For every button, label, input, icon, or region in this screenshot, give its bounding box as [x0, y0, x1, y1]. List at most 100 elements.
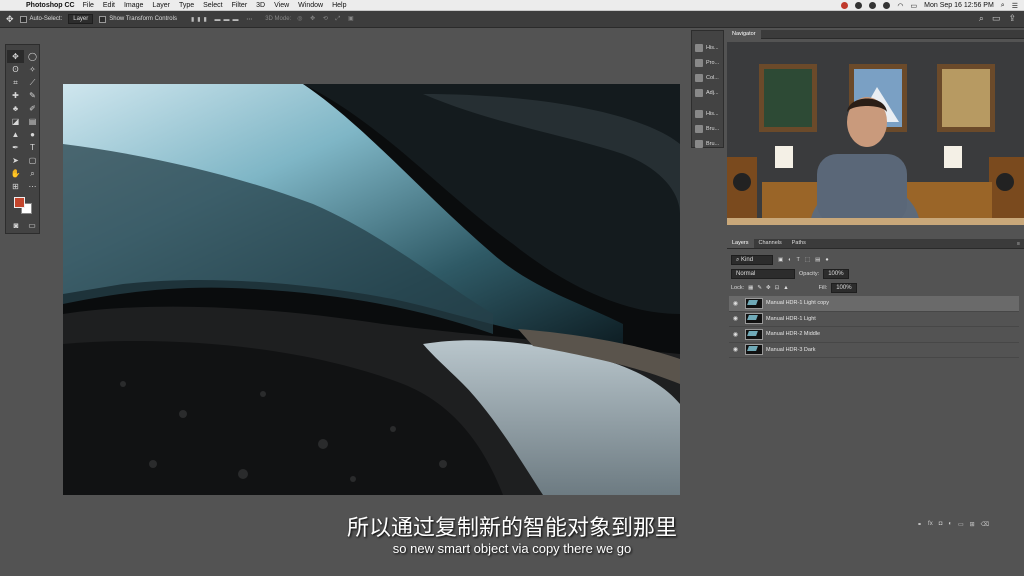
histogram-panel-button[interactable]: His...: [692, 106, 723, 121]
visibility-eye-icon[interactable]: ◉: [729, 300, 742, 307]
menu-window[interactable]: Window: [298, 2, 323, 9]
filter-smart-object-icon[interactable]: ▤: [815, 257, 820, 263]
layer-row[interactable]: ◉ Manual HDR-1 Light copy: [729, 296, 1019, 312]
app-name[interactable]: Photoshop CC: [26, 2, 75, 9]
brush-tool-icon[interactable]: ✎: [24, 89, 41, 102]
foreground-color-swatch[interactable]: [14, 197, 25, 208]
clock[interactable]: Mon Sep 16 12:56 PM: [924, 2, 994, 9]
navigator-preview[interactable]: [727, 42, 1024, 225]
shape-tool-icon[interactable]: ▢: [24, 154, 41, 167]
hand-tool-icon[interactable]: ✋: [7, 167, 24, 180]
menu-layer[interactable]: Layer: [152, 2, 170, 9]
screen-icon[interactable]: [869, 2, 877, 9]
menu-filter[interactable]: Filter: [232, 2, 248, 9]
menu-type[interactable]: Type: [179, 2, 194, 9]
eraser-tool-icon[interactable]: ◪: [7, 115, 24, 128]
auto-select-dropdown[interactable]: Layer: [68, 14, 94, 24]
record-icon[interactable]: [841, 2, 849, 9]
search-icon[interactable]: ⌕: [1001, 2, 1005, 10]
layer-row[interactable]: ◉ Manual HDR-3 Dark: [729, 343, 1019, 358]
zoom-tool-icon[interactable]: ⌕: [24, 167, 41, 180]
history-panel-button[interactable]: His...: [692, 40, 723, 55]
adjustments-panel-button[interactable]: Adj...: [692, 85, 723, 100]
filter-adjustment-icon[interactable]: ◐: [788, 257, 791, 263]
healing-brush-icon[interactable]: ✚: [7, 89, 24, 102]
properties-panel-button[interactable]: Pro...: [692, 55, 723, 70]
volume-icon[interactable]: [883, 2, 891, 9]
share-icon[interactable]: ⇪: [1008, 13, 1016, 24]
menu-select[interactable]: Select: [203, 2, 222, 9]
auto-select-label: Auto-Select:: [29, 16, 63, 22]
history-brush-icon[interactable]: ✐: [24, 102, 41, 115]
lock-all-icon[interactable]: ▲: [783, 285, 788, 291]
screen-mode-icon[interactable]: ▭: [25, 219, 39, 232]
tab-layers[interactable]: Layers: [727, 239, 754, 248]
menu-view[interactable]: View: [274, 2, 289, 9]
tab-paths[interactable]: Paths: [787, 239, 811, 248]
menu-edit[interactable]: Edit: [103, 2, 115, 9]
auto-select-checkbox[interactable]: [19, 15, 27, 23]
menu-help[interactable]: Help: [332, 2, 346, 9]
move-tool-icon[interactable]: ✥: [7, 50, 24, 63]
menu-file[interactable]: File: [83, 2, 94, 9]
color-panel-button[interactable]: Col...: [692, 70, 723, 85]
battery-icon[interactable]: ▭: [911, 2, 918, 10]
opacity-field[interactable]: 100%: [823, 269, 849, 279]
lasso-tool-icon[interactable]: ʘ: [7, 63, 24, 76]
panel-menu-icon[interactable]: ≡: [1017, 241, 1020, 247]
more-tools-icon[interactable]: ⋯: [24, 180, 41, 193]
layer-row[interactable]: ◉ Manual HDR-2 Middle: [729, 327, 1019, 343]
filter-shape-icon[interactable]: ⬚: [805, 257, 810, 263]
cloud-icon[interactable]: [855, 2, 863, 9]
blend-row: Normal Opacity: 100%: [731, 269, 1019, 279]
gradient-tool-icon[interactable]: ▤: [24, 115, 41, 128]
layer-thumbnail: [745, 313, 763, 325]
dodge-tool-icon[interactable]: ●: [24, 128, 41, 141]
filter-type-icon[interactable]: T: [797, 257, 800, 263]
filter-pixel-icon[interactable]: ▣: [778, 257, 783, 263]
blend-mode-dropdown[interactable]: Normal: [731, 269, 795, 279]
blur-tool-icon[interactable]: ▲: [7, 128, 24, 141]
tab-channels[interactable]: Channels: [754, 239, 787, 248]
quick-mask-icon[interactable]: ◙: [9, 219, 23, 232]
lock-pixels-icon[interactable]: ✎: [757, 285, 762, 291]
mode-3d-label: 3D Mode:: [265, 16, 292, 22]
pen-tool-icon[interactable]: ✒: [7, 141, 24, 154]
brushes-panel-button[interactable]: Bru...: [692, 121, 723, 136]
visibility-eye-icon[interactable]: ◉: [729, 346, 742, 353]
move-tool-icon[interactable]: ✥: [6, 14, 14, 25]
menu-image[interactable]: Image: [124, 2, 143, 9]
magic-wand-icon[interactable]: ✧: [24, 63, 41, 76]
workspace-icon[interactable]: ▭: [992, 13, 1001, 24]
3d-tools-icons[interactable]: ◎ ✥ ⟲ ⤢ ▣: [297, 15, 356, 23]
list-icon[interactable]: ☰: [1012, 2, 1018, 10]
lock-artboard-icon[interactable]: ⊡: [775, 285, 780, 291]
transform-controls-checkbox[interactable]: [99, 15, 107, 23]
brushes-icon: [695, 124, 703, 133]
path-select-icon[interactable]: ➤: [7, 154, 24, 167]
lock-position-icon[interactable]: ✥: [766, 285, 771, 291]
adjustments-icon: [695, 88, 703, 97]
filter-kind-dropdown[interactable]: ⌕ Kind: [731, 255, 773, 265]
wifi-icon[interactable]: ◠: [897, 2, 903, 10]
crop-tool-icon[interactable]: ⌗: [7, 76, 24, 89]
tab-navigator[interactable]: Navigator: [727, 29, 761, 39]
filter-toggle-icon[interactable]: ●: [825, 257, 828, 263]
clone-stamp-icon[interactable]: ♣: [7, 102, 24, 115]
canvas-image[interactable]: [63, 84, 680, 495]
visibility-eye-icon[interactable]: ◉: [729, 331, 742, 338]
search-icon[interactable]: ⌕: [979, 13, 984, 24]
fill-field[interactable]: 100%: [831, 283, 857, 293]
eyedropper-icon[interactable]: ⟋: [24, 76, 41, 89]
visibility-eye-icon[interactable]: ◉: [729, 315, 742, 322]
layer-thumbnail: [745, 297, 763, 309]
edit-toolbar-icon[interactable]: ⊞: [7, 180, 24, 193]
marquee-tool-icon[interactable]: ◯: [24, 50, 41, 63]
opacity-label: Opacity:: [799, 271, 820, 277]
lock-transparent-icon[interactable]: ▦: [748, 285, 753, 291]
layer-row[interactable]: ◉ Manual HDR-1 Light: [729, 312, 1019, 327]
align-icons[interactable]: ▮▮▮ ▬▬▬ ⋯: [191, 16, 255, 23]
brush-settings-panel-button[interactable]: Bru...: [692, 136, 723, 151]
type-tool-icon[interactable]: T: [24, 141, 41, 154]
menu-3d[interactable]: 3D: [256, 2, 265, 9]
